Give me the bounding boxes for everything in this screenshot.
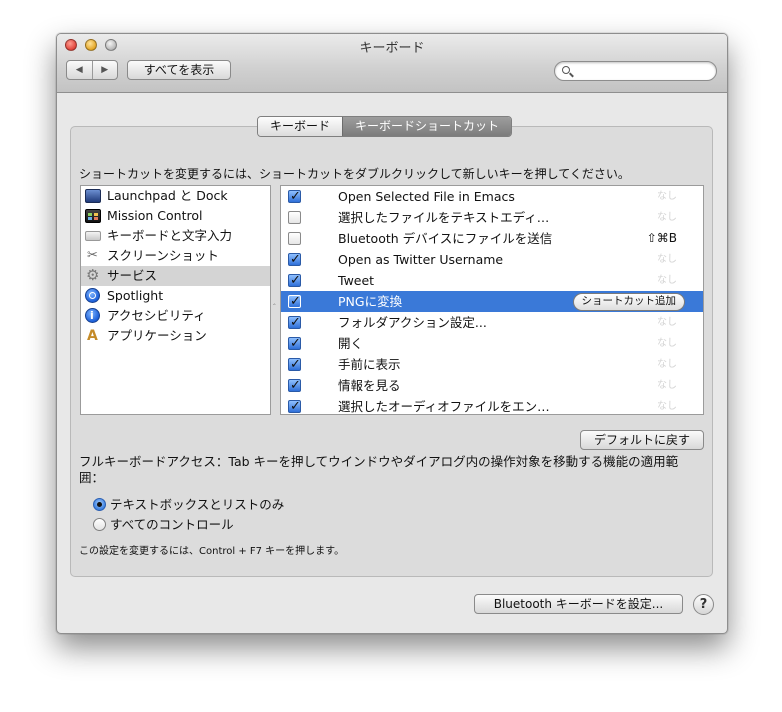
- category-item[interactable]: Launchpad と Dock: [81, 186, 270, 206]
- shortcut-key[interactable]: なし: [657, 312, 677, 333]
- category-label: キーボードと文字入力: [107, 228, 233, 243]
- launchpad-icon: [85, 189, 101, 203]
- category-label: Spotlight: [107, 288, 164, 303]
- enable-checkbox[interactable]: [288, 396, 301, 414]
- enable-checkbox[interactable]: [288, 186, 301, 207]
- applications-icon: [85, 326, 101, 346]
- category-item[interactable]: キーボードと文字入力: [81, 226, 270, 246]
- shortcut-row[interactable]: PNGに変換 ショートカット追加: [281, 291, 703, 312]
- shortcut-row[interactable]: Open Selected File in Emacs なし: [281, 186, 703, 207]
- shortcut-key[interactable]: なし: [657, 354, 677, 375]
- radio-label: すべてのコントロール: [110, 517, 234, 532]
- enable-checkbox[interactable]: [288, 232, 301, 245]
- shortcut-row[interactable]: フォルダアクション設定... なし: [281, 312, 703, 333]
- shortcut-label: PNGに変換: [338, 294, 403, 309]
- shortcut-key[interactable]: なし: [657, 249, 677, 270]
- category-item[interactable]: アプリケーション: [81, 326, 270, 346]
- category-item[interactable]: サービス: [81, 265, 270, 286]
- shortcut-row[interactable]: Open as Twitter Username なし: [281, 249, 703, 270]
- category-label: アプリケーション: [107, 328, 207, 343]
- shortcut-key[interactable]: なし: [657, 270, 677, 291]
- shortcut-label: 情報を見る: [338, 378, 401, 393]
- search-input[interactable]: [577, 63, 711, 81]
- category-label: Launchpad と Dock: [107, 188, 228, 203]
- enable-checkbox[interactable]: [288, 291, 301, 312]
- shortcut-label: 開く: [338, 336, 364, 351]
- category-item[interactable]: アクセシビリティ: [81, 306, 270, 326]
- mission-control-icon: [85, 209, 101, 223]
- radio-all-controls[interactable]: すべてのコントロール: [93, 516, 234, 534]
- shortcut-row[interactable]: Tweet なし: [281, 270, 703, 291]
- services-gear-icon: [85, 265, 101, 285]
- shortcut-key[interactable]: なし: [657, 186, 677, 207]
- shortcut-key[interactable]: ⇧⌘B: [647, 228, 677, 249]
- category-item[interactable]: Spotlight: [81, 286, 270, 306]
- category-label: アクセシビリティ: [107, 308, 206, 323]
- category-list: Launchpad と Dock Mission Control キーボードと文字入…: [80, 185, 271, 415]
- tab-keyboard-shortcuts[interactable]: キーボードショートカット: [342, 117, 512, 136]
- radio-button[interactable]: [93, 517, 106, 531]
- category-label: スクリーンショット: [107, 248, 219, 263]
- accessibility-icon: [85, 306, 100, 326]
- shortcut-row[interactable]: Bluetooth デバイスにファイルを送信 ⇧⌘B: [281, 228, 703, 249]
- full-keyboard-access-label: フルキーボードアクセス：Tab キーを押してウインドウやダイアログ内の操作対象を…: [79, 454, 679, 485]
- shortcut-row[interactable]: 情報を見る なし: [281, 375, 703, 396]
- shortcut-label: 手前に表示: [338, 357, 401, 372]
- shortcut-key[interactable]: なし: [657, 375, 677, 396]
- shortcut-key[interactable]: なし: [657, 396, 677, 414]
- add-shortcut-button[interactable]: ショートカット追加: [572, 293, 685, 311]
- category-label: サービス: [107, 268, 158, 283]
- shortcut-label: Open as Twitter Username: [338, 252, 504, 267]
- radio-button-selected[interactable]: [93, 497, 106, 511]
- spotlight-icon: [85, 288, 100, 303]
- shortcut-row[interactable]: 手前に表示 なし: [281, 354, 703, 375]
- enable-checkbox[interactable]: [288, 249, 301, 270]
- shortcut-row[interactable]: 選択したオーディオファイルをエン… なし: [281, 396, 703, 414]
- enable-checkbox[interactable]: [288, 312, 301, 333]
- category-item[interactable]: スクリーンショット: [81, 246, 270, 266]
- shortcut-key[interactable]: なし: [657, 207, 677, 228]
- keyboard-icon: [85, 231, 101, 241]
- shortcut-key[interactable]: なし: [657, 333, 677, 354]
- show-all-button[interactable]: すべてを表示: [127, 60, 231, 80]
- radio-label: テキストボックスとリストのみ: [110, 497, 285, 512]
- shortcut-label: Bluetooth デバイスにファイルを送信: [338, 231, 553, 246]
- enable-checkbox[interactable]: [288, 375, 301, 396]
- shortcut-label: 選択したオーディオファイルをエン…: [338, 399, 550, 414]
- screenshot-icon: [85, 246, 101, 266]
- forward-arrow-icon[interactable]: ▶: [91, 61, 118, 79]
- preferences-window: キーボード ◀ ▶ すべてを表示 キーボード キーボードショートカット ショート…: [56, 33, 728, 634]
- setup-bluetooth-keyboard-button[interactable]: Bluetooth キーボードを設定...: [474, 594, 683, 614]
- splitter-handle[interactable]: ‸: [273, 296, 276, 305]
- tab-bar: キーボード キーボードショートカット: [257, 116, 513, 137]
- shortcut-label: Open Selected File in Emacs: [338, 189, 515, 204]
- back-forward-control: ◀ ▶: [66, 60, 118, 80]
- tab-keyboard[interactable]: キーボード: [258, 117, 343, 136]
- search-field[interactable]: [554, 61, 717, 81]
- enable-checkbox[interactable]: [288, 270, 301, 291]
- radio-text-boxes-and-lists[interactable]: テキストボックスとリストのみ: [93, 496, 284, 514]
- enable-checkbox[interactable]: [288, 333, 301, 354]
- shortcut-label: Tweet: [338, 273, 375, 288]
- restore-defaults-button[interactable]: デフォルトに戻す: [580, 430, 704, 450]
- category-item[interactable]: Mission Control: [81, 206, 270, 226]
- shortcut-row[interactable]: 開く なし: [281, 333, 703, 354]
- enable-checkbox[interactable]: [288, 354, 301, 375]
- shortcut-label: 選択したファイルをテキストエディ…: [338, 210, 550, 225]
- instruction-text: ショートカットを変更するには、ショートカットをダブルクリックして新しいキーを押し…: [79, 167, 630, 181]
- control-f7-note: この設定を変更するには、Control + F7 キーを押します。: [79, 546, 345, 557]
- back-arrow-icon[interactable]: ◀: [67, 61, 92, 79]
- title-bar: キーボード ◀ ▶ すべてを表示: [57, 34, 727, 93]
- shortcut-list: Open Selected File in Emacsなし選択したファイルをテキ…: [280, 185, 704, 415]
- search-icon: [562, 66, 570, 74]
- shortcut-label: フォルダアクション設定...: [338, 315, 487, 330]
- window-title: キーボード: [359, 41, 425, 56]
- category-label: Mission Control: [107, 208, 203, 223]
- shortcut-row[interactable]: 選択したファイルをテキストエディ… なし: [281, 207, 703, 228]
- enable-checkbox[interactable]: [288, 211, 301, 224]
- help-button[interactable]: ?: [693, 594, 714, 615]
